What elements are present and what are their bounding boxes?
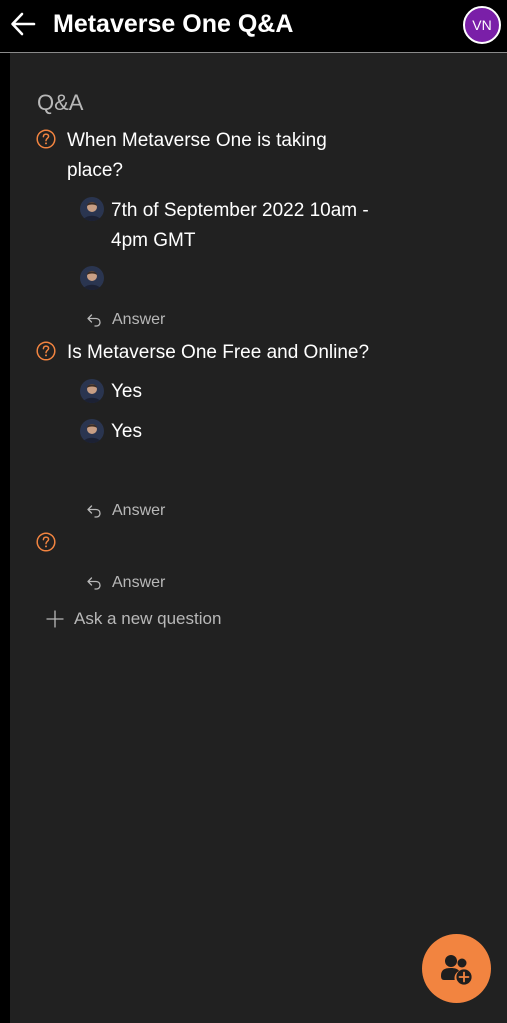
back-button[interactable] xyxy=(8,8,40,40)
reply-icon xyxy=(87,314,101,327)
answer-text-line: Yes xyxy=(111,421,142,442)
answer-button-label: Answer xyxy=(112,574,166,591)
answer-text-line: 7th of September 2022 10am - xyxy=(111,200,369,221)
answer-button-label: Answer xyxy=(112,502,166,519)
qa-panel: Q&A When Metaverse One is taking place? xyxy=(10,53,507,1023)
avatar-photo-icon xyxy=(80,197,104,221)
add-participant-fab[interactable] xyxy=(422,934,491,1003)
people-add-icon xyxy=(441,955,472,985)
question-circle-icon xyxy=(36,129,56,149)
answer-button[interactable]: Answer xyxy=(86,572,165,594)
plus-icon xyxy=(46,610,64,628)
top-bar: Metaverse One Q&A VN xyxy=(0,0,507,53)
avatar-photo-icon xyxy=(80,379,104,403)
section-title: Q&A xyxy=(37,90,84,115)
question-text-line: place? xyxy=(67,160,123,181)
question-circle-icon xyxy=(36,532,56,552)
answer-text-line: Yes xyxy=(111,381,142,402)
answer-button[interactable]: Answer xyxy=(86,309,165,331)
avatar-photo-icon xyxy=(80,419,104,443)
question-circle-icon xyxy=(36,341,56,361)
answer-text-line: 4pm GMT xyxy=(111,230,196,251)
ask-new-question-label: Ask a new question xyxy=(74,609,222,628)
question-text-line: Is Metaverse One Free and Online? xyxy=(67,342,370,363)
answer-button-label: Answer xyxy=(112,311,166,328)
avatar-photo-icon xyxy=(80,266,104,290)
page-title: Metaverse One Q&A xyxy=(53,10,294,38)
avatar xyxy=(80,266,104,290)
avatar xyxy=(80,379,104,403)
reply-icon xyxy=(87,577,101,590)
avatar xyxy=(80,419,104,443)
avatar xyxy=(80,197,104,221)
ask-new-question-button[interactable]: Ask a new question xyxy=(46,607,221,631)
arrow-left-icon xyxy=(11,12,36,36)
user-avatar[interactable]: VN xyxy=(463,6,501,44)
question-text-line: When Metaverse One is taking xyxy=(67,130,327,151)
answer-button[interactable]: Answer xyxy=(86,500,165,522)
reply-icon xyxy=(87,505,101,518)
app-root: Metaverse One Q&A VN Q&A When Metaverse … xyxy=(0,0,507,1023)
